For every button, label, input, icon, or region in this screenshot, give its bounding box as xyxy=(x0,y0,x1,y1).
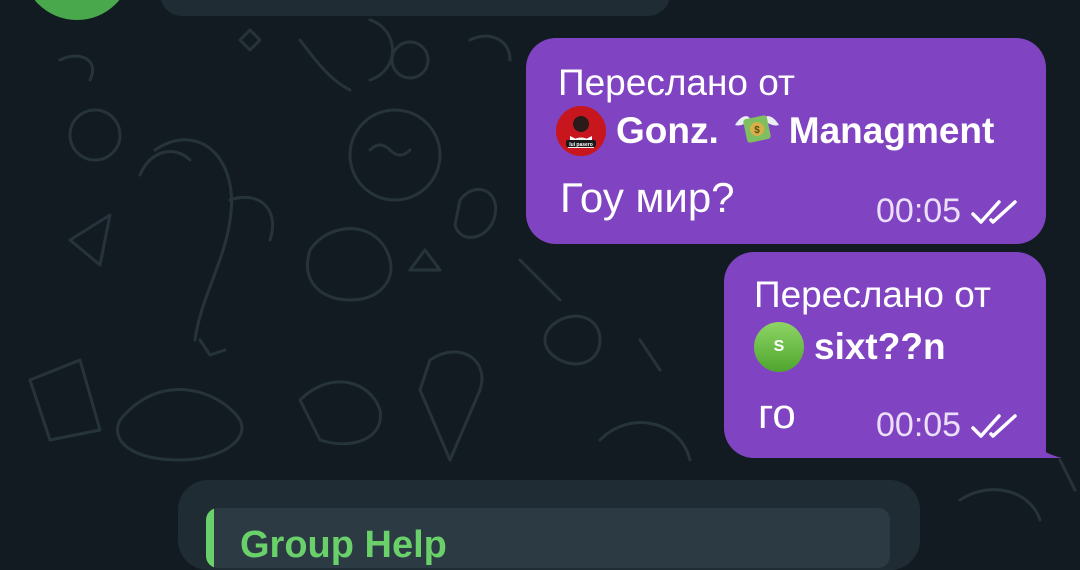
forwarded-from-label: Переслано от xyxy=(754,274,991,315)
outgoing-message[interactable]: Переслано от S sixt??n го 00:05 xyxy=(724,252,1062,458)
double-check-icon xyxy=(971,199,1017,224)
message-meta: 00:05 xyxy=(876,192,1023,231)
avatar-caption: lui pasero xyxy=(569,142,593,148)
sender-name: sixt??n xyxy=(814,326,946,367)
money-with-wings-icon: $ xyxy=(733,107,781,156)
sender-name: Gonz. xyxy=(616,110,719,151)
reply-preview[interactable]: Group Help xyxy=(206,508,890,568)
sender-name-suffix: Managment xyxy=(788,110,995,151)
incoming-message-partial xyxy=(160,0,670,16)
message-text: Гоу мир? xyxy=(560,174,735,221)
sender-avatar: S xyxy=(754,322,804,372)
message-text: го xyxy=(758,390,796,437)
message-time: 00:05 xyxy=(876,406,962,444)
message-time: 00:05 xyxy=(876,192,962,230)
forwarded-sender[interactable]: S sixt??n xyxy=(754,322,946,372)
bubble-tail xyxy=(1032,434,1062,458)
svg-text:$: $ xyxy=(754,125,760,136)
sender-avatar: lui pasero xyxy=(556,106,606,156)
reply-accent-bar xyxy=(206,508,214,568)
double-check-icon xyxy=(971,413,1017,438)
forwarded-from-label: Переслано от xyxy=(558,62,795,103)
message-meta: 00:05 xyxy=(876,406,1023,445)
outgoing-message[interactable]: Переслано от lui pasero Gonz. $ Managmen… xyxy=(526,38,1046,244)
forwarded-sender[interactable]: lui pasero Gonz. $ Managment xyxy=(556,106,994,156)
avatar-letter: S xyxy=(773,338,785,355)
reply-title: Group Help xyxy=(240,524,447,566)
